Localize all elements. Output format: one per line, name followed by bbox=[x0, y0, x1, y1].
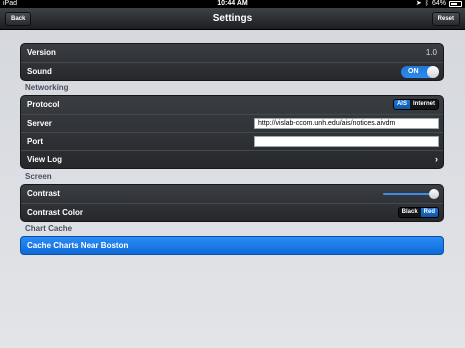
battery-percent: 64% bbox=[431, 0, 446, 7]
section-networking: Networking bbox=[25, 83, 69, 92]
protocol-option-ais[interactable]: AIS bbox=[393, 100, 410, 109]
port-label: Port bbox=[27, 137, 43, 146]
server-row: Server http://vislab-ccom.unh.edu/ais/no… bbox=[21, 114, 443, 132]
view-log-row[interactable]: View Log › bbox=[21, 150, 443, 168]
sound-label: Sound bbox=[27, 67, 52, 76]
contrast-color-segmented-control: Black Red bbox=[397, 207, 439, 218]
reset-button[interactable]: Reset bbox=[431, 12, 460, 26]
status-bar: iPad 10:44 AM ➤ ᛒ 64% bbox=[0, 0, 465, 8]
contrast-label: Contrast bbox=[27, 189, 60, 198]
networking-group: Protocol AIS Internet Server http://visl… bbox=[20, 95, 444, 169]
protocol-segmented-control: AIS Internet bbox=[392, 99, 439, 110]
contrast-row: Contrast bbox=[21, 185, 443, 203]
bluetooth-icon: ᛒ bbox=[424, 0, 429, 7]
section-chart-cache: Chart Cache bbox=[25, 224, 73, 233]
toggle-knob bbox=[427, 66, 439, 78]
status-time: 10:44 AM bbox=[217, 0, 248, 7]
view-log-label: View Log bbox=[27, 155, 62, 164]
cache-charts-button[interactable]: Cache Charts Near Boston bbox=[20, 236, 444, 255]
general-group: Version 1.0 Sound ON bbox=[20, 43, 444, 81]
protocol-row: Protocol AIS Internet bbox=[21, 96, 443, 114]
sound-toggle[interactable]: ON bbox=[401, 66, 439, 78]
sound-toggle-state: ON bbox=[408, 68, 419, 75]
sound-row: Sound ON bbox=[21, 62, 443, 80]
section-screen: Screen bbox=[25, 172, 52, 181]
port-input[interactable] bbox=[254, 136, 439, 147]
contrast-slider[interactable] bbox=[383, 188, 439, 200]
protocol-option-internet[interactable]: Internet bbox=[409, 100, 438, 109]
battery-icon bbox=[449, 1, 462, 7]
protocol-label: Protocol bbox=[27, 100, 60, 109]
color-option-black[interactable]: Black bbox=[398, 208, 421, 217]
version-value: 1.0 bbox=[425, 48, 437, 57]
battery-fill bbox=[451, 3, 457, 5]
contrast-color-label: Contrast Color bbox=[27, 208, 83, 217]
location-arrow-icon: ➤ bbox=[415, 0, 422, 7]
chevron-right-icon: › bbox=[435, 154, 438, 164]
status-right: ➤ ᛒ 64% bbox=[416, 0, 462, 8]
slider-thumb[interactable] bbox=[429, 189, 439, 199]
color-option-red[interactable]: Red bbox=[420, 208, 438, 217]
page-title: Settings bbox=[212, 13, 253, 24]
version-label: Version bbox=[27, 48, 56, 57]
server-input[interactable]: http://vislab-ccom.unh.edu/ais/notices.a… bbox=[254, 118, 439, 129]
server-label: Server bbox=[27, 119, 52, 128]
screen-group: Contrast Contrast Color Black Red bbox=[20, 184, 444, 222]
navigation-bar: Back Settings Reset bbox=[0, 8, 465, 30]
version-row: Version 1.0 bbox=[21, 44, 443, 62]
contrast-color-row: Contrast Color Black Red bbox=[21, 203, 443, 221]
port-row: Port bbox=[21, 132, 443, 150]
